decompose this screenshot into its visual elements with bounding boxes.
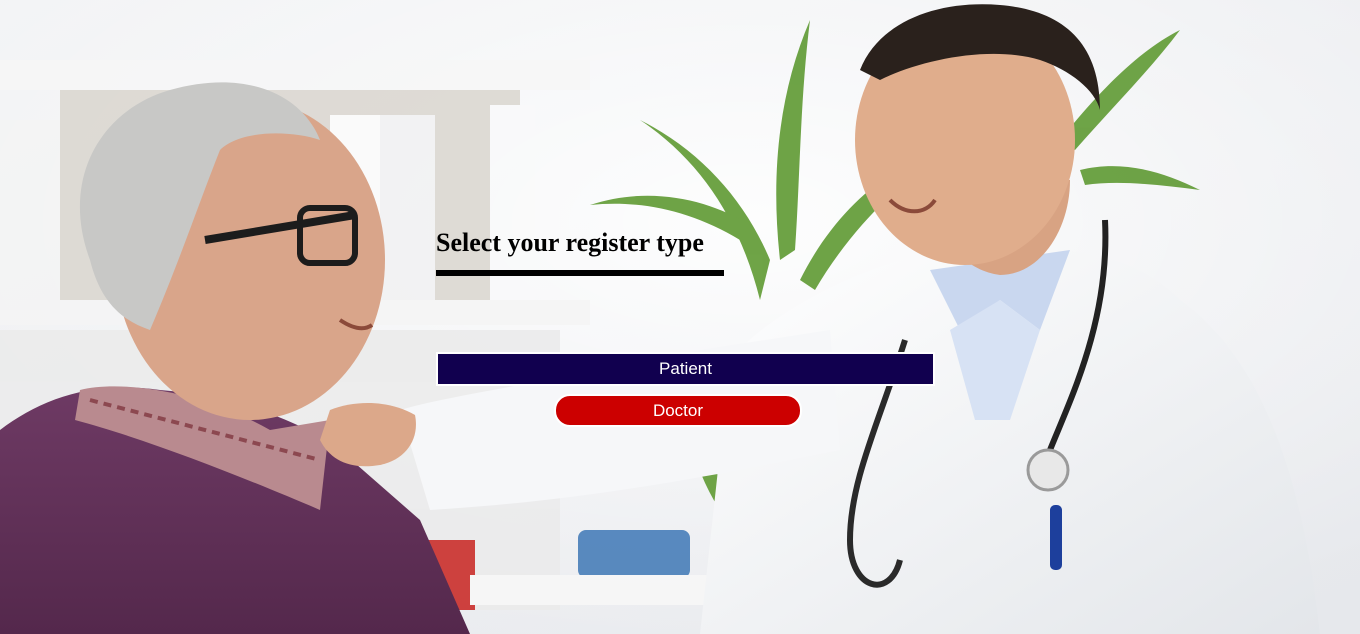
background-photo	[0, 0, 1360, 634]
heading-block: Select your register type	[436, 226, 724, 276]
patient-button-label: Patient	[659, 359, 712, 378]
title-underline	[436, 270, 724, 276]
doctor-button[interactable]: Doctor	[554, 394, 802, 427]
patient-button[interactable]: Patient	[436, 352, 935, 386]
page-title: Select your register type	[436, 228, 704, 257]
doctor-button-label: Doctor	[652, 400, 704, 420]
